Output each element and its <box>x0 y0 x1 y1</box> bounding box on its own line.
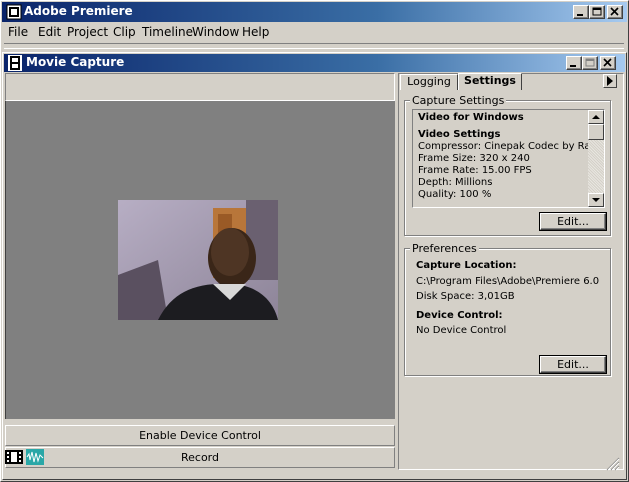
disk-space-value: Disk Space: 3,01GB <box>416 291 515 302</box>
list-heading: Video for Windows <box>418 112 524 123</box>
capture-info-bar <box>5 73 395 101</box>
maximize-button[interactable] <box>589 5 605 19</box>
depth-value: Depth: Millions <box>418 177 493 188</box>
capture-settings-list: Video for Windows Video Settings Compres… <box>412 109 605 208</box>
minimize-button[interactable] <box>573 5 589 19</box>
capture-location-label: Capture Location: <box>416 260 517 271</box>
frame-size-value: Frame Size: 320 x 240 <box>418 153 530 164</box>
capture-close-button[interactable] <box>600 56 616 70</box>
preferences-edit-button[interactable]: Edit... <box>540 356 606 373</box>
tab-logging[interactable]: Logging <box>400 74 458 90</box>
menu-clip[interactable]: Clip <box>113 25 136 39</box>
preferences-label: Preferences <box>410 242 479 255</box>
menu-edit[interactable]: Edit <box>38 25 61 39</box>
record-button[interactable]: Record <box>5 447 395 468</box>
scroll-down-button[interactable] <box>588 193 604 207</box>
device-control-value: No Device Control <box>416 325 507 336</box>
menu-bar: File Edit Project Clip Timeline Window H… <box>2 22 627 42</box>
minimize-icon <box>570 65 576 67</box>
close-icon <box>603 58 612 67</box>
tab-settings[interactable]: Settings <box>458 73 522 90</box>
maximize-icon <box>592 7 602 16</box>
movie-capture-title: Movie Capture <box>26 55 125 69</box>
menu-file[interactable]: File <box>8 25 28 39</box>
menu-help[interactable]: Help <box>242 25 269 39</box>
toolbar-divider <box>4 43 624 49</box>
app-titlebar[interactable]: Adobe Premiere <box>2 2 627 22</box>
film-strip-icon[interactable] <box>5 449 23 465</box>
close-icon <box>610 7 619 16</box>
settings-scrollbar[interactable] <box>588 110 604 207</box>
panel-menu-button[interactable] <box>603 74 617 88</box>
frame-rate-value: Frame Rate: 15.00 FPS <box>418 165 532 176</box>
premiere-icon <box>6 4 22 20</box>
minimize-icon <box>577 14 583 16</box>
capture-settings-label: Capture Settings <box>410 94 507 107</box>
scroll-thumb[interactable] <box>588 124 604 140</box>
capture-maximize-button[interactable] <box>582 56 598 70</box>
close-button[interactable] <box>607 5 623 19</box>
quality-value: Quality: 100 % <box>418 189 492 200</box>
audio-waveform-icon[interactable] <box>26 449 44 465</box>
compressor-value: Compressor: Cinepak Codec by Radius <box>418 141 605 152</box>
enable-device-control-button[interactable]: Enable Device Control <box>5 425 395 446</box>
device-control-label: Device Control: <box>416 310 503 321</box>
menu-timeline[interactable]: Timeline <box>142 25 193 39</box>
triangle-right-icon <box>607 76 613 86</box>
list-subheading: Video Settings <box>418 129 501 140</box>
menu-project[interactable]: Project <box>67 25 108 39</box>
capture-settings-edit-button[interactable]: Edit... <box>540 213 606 230</box>
arrow-up-icon <box>592 115 600 119</box>
resize-grip-icon[interactable] <box>604 455 620 471</box>
live-video-feed <box>118 200 278 320</box>
film-icon <box>8 55 22 71</box>
app-title: Adobe Premiere <box>24 4 133 18</box>
maximize-icon <box>585 58 595 67</box>
capture-minimize-button[interactable] <box>566 56 582 70</box>
menu-window[interactable]: Window <box>192 25 239 39</box>
capture-location-path: C:\Program Files\Adobe\Premiere 6.0 <box>416 276 600 287</box>
scroll-up-button[interactable] <box>588 110 604 124</box>
arrow-down-icon <box>592 198 600 202</box>
movie-capture-titlebar[interactable]: Movie Capture <box>4 54 625 72</box>
